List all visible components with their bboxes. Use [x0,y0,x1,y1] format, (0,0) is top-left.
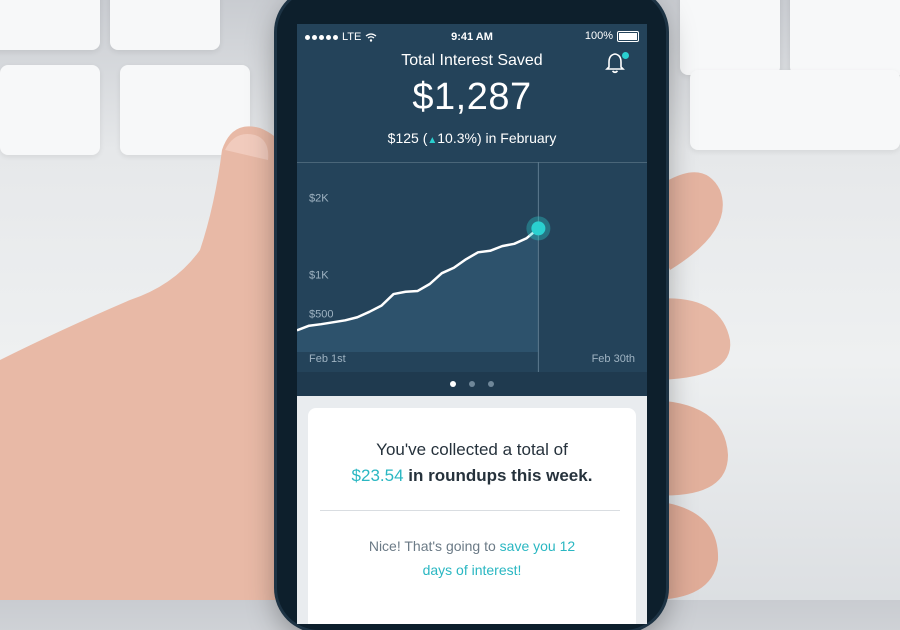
interest-chart[interactable]: $2K $1K $500 Feb 1st Feb 30th [297,162,647,372]
nice-text: Nice! That's going to [368,538,500,554]
x-tick-label-end: Feb 30th [592,353,635,365]
change-amount: $125 ( [387,130,428,146]
battery-percent: 100% [584,30,613,42]
highlight-point [531,221,546,236]
monthly-change: $125 (▲10.3%) in February [297,130,647,146]
change-percent: 10.3% [437,130,477,146]
card-line-roundups: $23.54 in roundups this week. [308,466,636,486]
page-title: Total Interest Saved [401,52,543,69]
page-dot[interactable] [450,381,456,387]
days-highlight: days of interest! [422,562,522,578]
y-tick-label: $500 [309,308,333,320]
x-tick-label-start: Feb 1st [309,353,346,365]
change-suffix: ) in February [476,130,557,146]
total-amount: $1,287 [412,76,532,118]
app-screen: LTE 9:41 AM 100% Total Interest Saved $1… [297,24,647,624]
roundup-card: You've collected a total of $23.54 in ro… [308,408,636,624]
y-tick-label: $2K [309,192,329,204]
up-arrow-icon: ▲ [427,135,438,146]
roundup-suffix: in roundups this week. [403,466,593,485]
status-bar: LTE 9:41 AM 100% [297,24,647,50]
card-line-nice: Nice! That's going to save you 12 [308,538,636,554]
notification-dot [622,52,629,59]
page-dot[interactable] [469,381,475,387]
save-highlight: save you 12 [499,538,576,554]
card-area: You've collected a total of $23.54 in ro… [297,396,647,624]
card-divider [320,510,620,511]
y-tick-label: $1K [309,270,329,282]
roundup-amount: $23.54 [351,466,404,485]
page-dot[interactable] [488,381,494,387]
page-indicator[interactable] [297,372,647,396]
battery-icon [617,30,639,42]
card-line-collected: You've collected a total of [376,440,568,459]
